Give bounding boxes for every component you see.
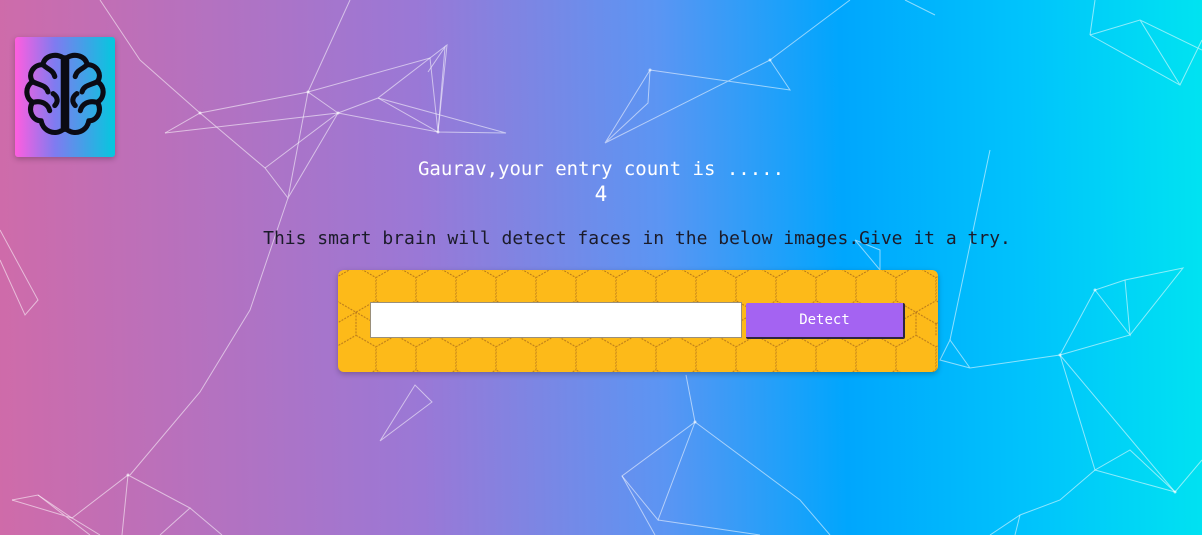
entry-count-value: 4 <box>594 182 608 206</box>
image-url-input[interactable] <box>370 302 742 338</box>
detect-button[interactable]: Detect <box>746 303 905 339</box>
particles-background <box>0 0 1202 535</box>
brain-logo[interactable] <box>15 37 115 157</box>
brain-icon <box>24 52 106 135</box>
entry-count-text: Gaurav,your entry count is ..... <box>417 158 785 180</box>
image-link-form: Detect <box>338 270 938 372</box>
tagline-text: This smart brain will detect faces in th… <box>263 228 1011 249</box>
